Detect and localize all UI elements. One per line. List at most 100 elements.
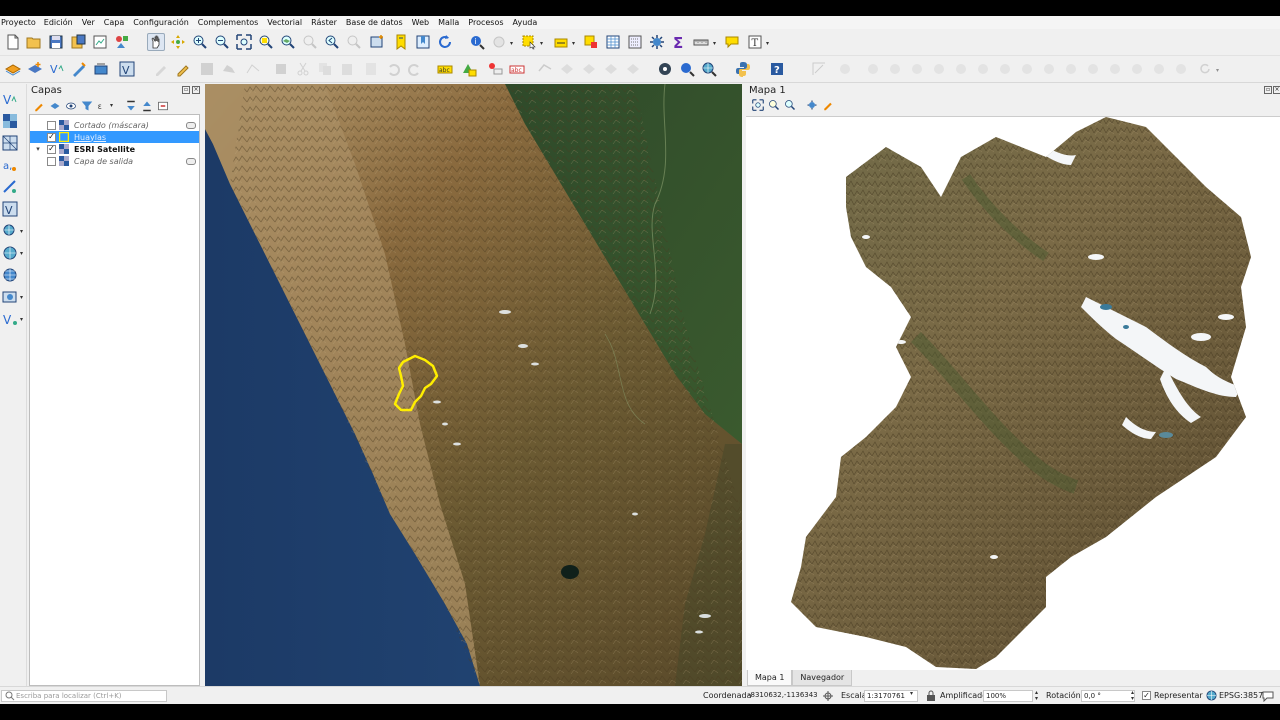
- render-checkbox[interactable]: ✓: [1142, 691, 1151, 700]
- save-edits-icon[interactable]: [198, 60, 216, 78]
- spin-arrows-icon[interactable]: ▴ ▾: [1128, 690, 1137, 702]
- toggle-extents-icon[interactable]: [822, 690, 834, 702]
- add-wcs-icon[interactable]: [1, 244, 19, 262]
- processing-toolbox-icon[interactable]: [648, 33, 666, 51]
- chevron-down-icon[interactable]: ▾: [572, 41, 578, 47]
- data-source-manager-icon[interactable]: [4, 60, 22, 78]
- cut-icon[interactable]: [294, 60, 312, 78]
- add-feature-icon[interactable]: [220, 60, 238, 78]
- menu-configuracion[interactable]: Configuración: [133, 18, 193, 27]
- style-manager-icon[interactable]: [113, 33, 131, 51]
- zoom-to-selection-icon[interactable]: [257, 33, 275, 51]
- chevron-down-icon[interactable]: ▾: [510, 41, 516, 47]
- add-vector-icon[interactable]: V: [1, 90, 19, 108]
- rotation-field[interactable]: 0,0 °: [1081, 690, 1135, 702]
- zoom-full-icon[interactable]: [751, 98, 765, 112]
- add-mesh-icon[interactable]: [1, 134, 19, 152]
- add-gps-icon[interactable]: [1, 178, 19, 196]
- zoom-last-icon[interactable]: [323, 33, 341, 51]
- crs-label[interactable]: EPSG:3857: [1219, 691, 1263, 700]
- menu-procesos[interactable]: Procesos: [468, 18, 507, 27]
- measure-icon[interactable]: [692, 33, 710, 51]
- layer-styling-icon[interactable]: [32, 99, 46, 113]
- python-console-icon[interactable]: [734, 60, 752, 78]
- add-arcgis-icon[interactable]: [1, 288, 19, 306]
- field-calculator-icon[interactable]: [626, 33, 644, 51]
- new-map-view-icon[interactable]: [368, 33, 386, 51]
- add-group-icon[interactable]: [48, 99, 62, 113]
- layer-visibility-checkbox[interactable]: ✓: [47, 144, 56, 154]
- advanced-digitize-n-icon[interactable]: [1106, 60, 1124, 78]
- filter-legend-icon[interactable]: [80, 99, 94, 113]
- menu-vectorial[interactable]: Vectorial: [267, 18, 306, 27]
- chevron-down-icon[interactable]: ▾: [110, 103, 116, 109]
- add-delimited-text-icon[interactable]: a,: [1, 156, 19, 174]
- messages-icon[interactable]: [1262, 690, 1274, 702]
- virtual-layer-icon[interactable]: V: [118, 60, 136, 78]
- map-tips-icon[interactable]: [723, 33, 741, 51]
- identify-icon[interactable]: i: [468, 33, 486, 51]
- undo-icon[interactable]: [384, 60, 402, 78]
- layer-visibility-checkbox[interactable]: [47, 120, 56, 130]
- pan-hand-icon[interactable]: [147, 33, 165, 51]
- chevron-down-icon[interactable]: ▾: [20, 250, 23, 257]
- help-icon[interactable]: ?: [768, 60, 786, 78]
- add-layer-icon[interactable]: [26, 60, 44, 78]
- map-canvas[interactable]: [205, 84, 742, 686]
- show-bookmarks-icon[interactable]: [414, 33, 432, 51]
- vertex-tool-icon[interactable]: [244, 60, 262, 78]
- layer-row-capa-de-salida[interactable]: Capa de salida: [30, 155, 199, 167]
- digitize-tool-e-icon[interactable]: [624, 60, 642, 78]
- pan-to-selection-icon[interactable]: [169, 33, 187, 51]
- add-wms-icon[interactable]: [1, 222, 19, 240]
- gps-tracking-icon[interactable]: [656, 60, 674, 78]
- actions-icon[interactable]: [490, 33, 508, 51]
- temporary-layer-icon[interactable]: [186, 157, 196, 165]
- layer-row-cortado[interactable]: Cortado (máscara): [30, 119, 199, 131]
- filter-expression-icon[interactable]: ε: [96, 99, 110, 113]
- menu-proyecto[interactable]: Proyecto: [1, 18, 40, 27]
- remove-layer-icon[interactable]: [156, 99, 170, 113]
- lock-icon[interactable]: [926, 690, 936, 702]
- zoom-in-icon[interactable]: [191, 33, 209, 51]
- magnifier-field[interactable]: 100%: [983, 690, 1033, 702]
- menu-raster[interactable]: Ráster: [311, 18, 341, 27]
- deselect-icon[interactable]: [582, 33, 600, 51]
- menu-complementos[interactable]: Complementos: [198, 18, 262, 27]
- add-wfs-icon[interactable]: [1, 266, 19, 284]
- print-layout-icon[interactable]: [91, 33, 109, 51]
- digitize-icon[interactable]: [70, 60, 88, 78]
- add-vector-layer-icon[interactable]: V: [48, 60, 66, 78]
- layer-visibility-checkbox[interactable]: ✓: [47, 132, 56, 142]
- digitize-tool-a-icon[interactable]: [536, 60, 554, 78]
- attribute-table-icon[interactable]: [604, 33, 622, 51]
- new-project-icon[interactable]: [4, 33, 22, 51]
- advanced-digitize-g-icon[interactable]: [952, 60, 970, 78]
- advanced-digitize-o-icon[interactable]: [1128, 60, 1146, 78]
- digitize-tool-c-icon[interactable]: [580, 60, 598, 78]
- metasearch-icon[interactable]: [678, 60, 696, 78]
- expand-all-icon[interactable]: [124, 99, 138, 113]
- tab-mapa-1[interactable]: Mapa 1: [747, 670, 793, 686]
- expand-arrow-icon[interactable]: ▾: [34, 145, 42, 153]
- advanced-digitize-q-icon[interactable]: [1172, 60, 1190, 78]
- refresh-icon[interactable]: [436, 33, 454, 51]
- chevron-down-icon[interactable]: ▾: [1216, 68, 1222, 74]
- close-panel-icon[interactable]: ×: [1273, 86, 1280, 94]
- text-annotation-icon[interactable]: T: [746, 33, 764, 51]
- advanced-digitize-a-icon[interactable]: [810, 60, 828, 78]
- toggle-editing-icon[interactable]: [174, 60, 192, 78]
- manage-visibility-icon[interactable]: [64, 99, 78, 113]
- zoom-to-selection-icon[interactable]: [767, 98, 781, 112]
- save-as-icon[interactable]: [69, 33, 87, 51]
- chevron-down-icon[interactable]: ▾: [713, 41, 719, 47]
- layer-labeling-icon[interactable]: [460, 60, 478, 78]
- locator-input[interactable]: [16, 692, 164, 700]
- paste-features-icon[interactable]: [362, 60, 380, 78]
- float-panel-icon[interactable]: ▫: [182, 86, 190, 94]
- copy-icon[interactable]: [316, 60, 334, 78]
- globe-search-icon[interactable]: [700, 60, 718, 78]
- open-project-icon[interactable]: [25, 33, 43, 51]
- zoom-out-icon[interactable]: [213, 33, 231, 51]
- spin-arrows-icon[interactable]: ▴ ▾: [1032, 690, 1041, 702]
